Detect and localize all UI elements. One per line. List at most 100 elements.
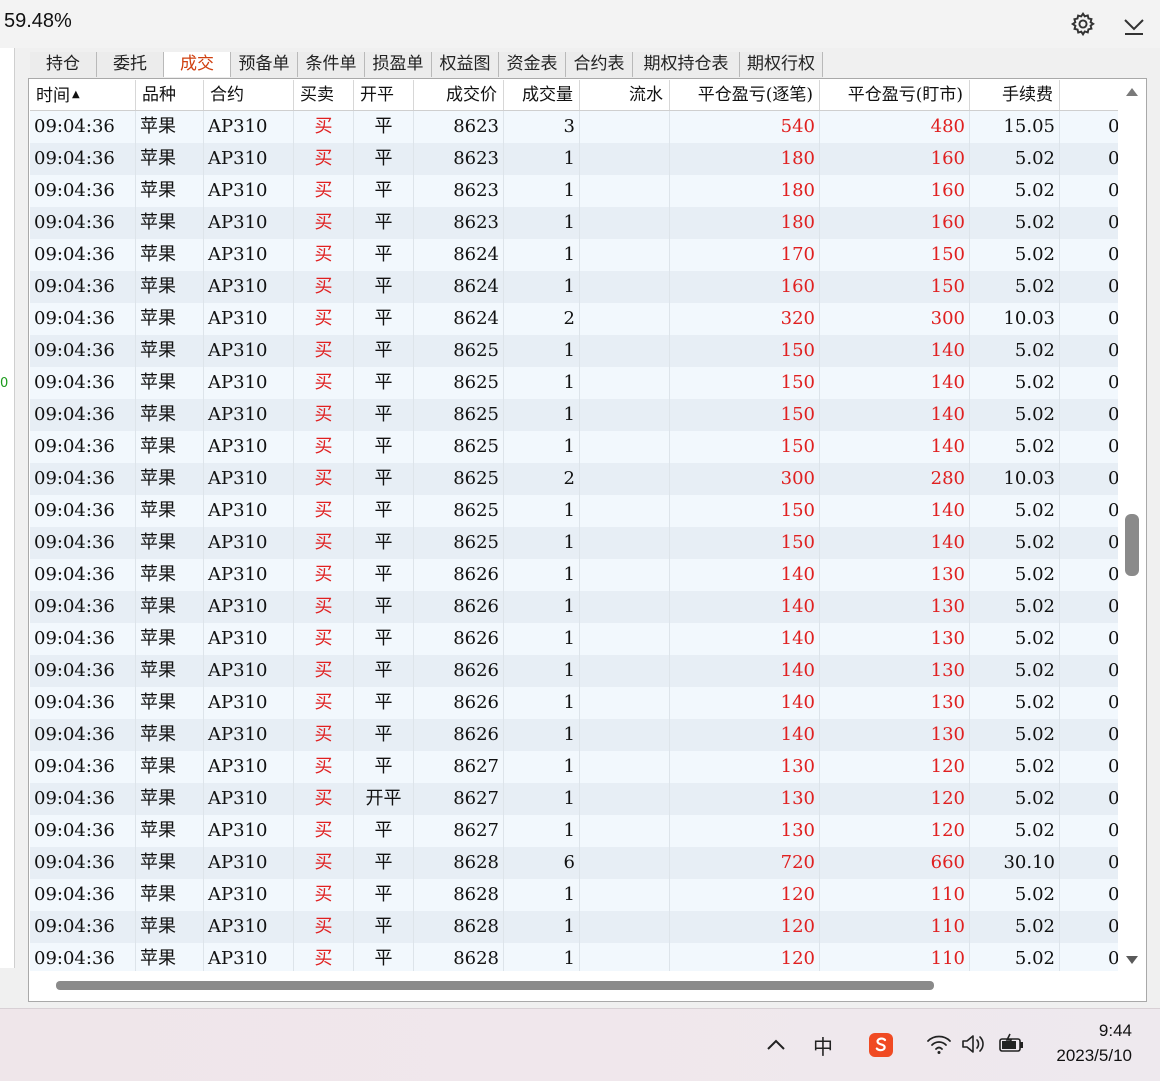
col-overflow: 0 bbox=[1108, 628, 1118, 649]
volume-icon[interactable] bbox=[960, 1033, 988, 1055]
wifi-icon[interactable] bbox=[926, 1033, 952, 1055]
ime-icon[interactable]: 中 bbox=[813, 1031, 833, 1060]
col-fee: 5.02 bbox=[970, 271, 1060, 303]
header-col-contract[interactable]: 合约 bbox=[204, 80, 294, 110]
table-row[interactable]: 09:04:36 苹果 AP310 买平 8625 1 150 140 5.02 0 bbox=[30, 335, 1118, 367]
col-side: 买 bbox=[294, 175, 354, 207]
vertical-scrollbar[interactable] bbox=[1120, 80, 1144, 972]
header-col-side[interactable]: 买卖 bbox=[294, 80, 354, 110]
table-row[interactable]: 09:04:36 苹果 AP310 买平 8625 2 300 280 10.03 0 bbox=[30, 463, 1118, 495]
col-price: 8626 bbox=[414, 623, 504, 655]
battery-icon[interactable] bbox=[998, 1032, 1026, 1056]
gear-icon[interactable] bbox=[1070, 11, 1096, 37]
table-row[interactable]: 09:04:36 苹果 AP310 买平 8624 1 170 150 5.02 0 bbox=[30, 239, 1118, 271]
table-row[interactable]: 09:04:36 苹果 AP310 买平 8624 2 320 300 10.03 0 bbox=[30, 303, 1118, 335]
col-pnl-mtm: 160 bbox=[820, 175, 970, 207]
table-row[interactable]: 09:04:36 苹果 AP310 买平 8627 1 130 120 5.02 0 bbox=[30, 751, 1118, 783]
table-row[interactable]: 09:04:36 苹果 AP310 买平 8628 1 120 110 5.02 0 bbox=[30, 911, 1118, 943]
table-row[interactable]: 09:04:36 苹果 AP310 买平 8626 1 140 130 5.02 0 bbox=[30, 719, 1118, 751]
table-row[interactable]: 09:04:36 苹果 AP310 买平 8623 1 180 160 5.02 0 bbox=[30, 207, 1118, 239]
table-row[interactable]: 09:04:36 苹果 AP310 买平 8625 1 150 140 5.02 0 bbox=[30, 527, 1118, 559]
tab-10[interactable]: 期权行权 bbox=[740, 52, 823, 77]
table-row[interactable]: 09:04:36 苹果 AP310 买平 8623 1 180 160 5.02 0 bbox=[30, 175, 1118, 207]
sogou-icon[interactable] bbox=[868, 1032, 894, 1058]
table-row[interactable]: 09:04:36 苹果 AP310 买平 8626 1 140 130 5.02 0 bbox=[30, 591, 1118, 623]
col-volume: 1 bbox=[504, 495, 580, 527]
col-side: 买 bbox=[294, 463, 354, 495]
col-pnl-trade: 140 bbox=[670, 591, 820, 623]
col-fee: 5.02 bbox=[970, 623, 1060, 655]
table-row[interactable]: 09:04:36 苹果 AP310 买开平 8627 1 130 120 5.02 0 bbox=[30, 783, 1118, 815]
col-overflow: 0 bbox=[1108, 404, 1118, 425]
horizontal-scroll-thumb[interactable] bbox=[56, 981, 934, 990]
col-time: 09:04:36 bbox=[30, 399, 136, 431]
col-fee: 10.03 bbox=[970, 303, 1060, 335]
table-row[interactable]: 09:04:36 苹果 AP310 买平 8626 1 140 130 5.02 0 bbox=[30, 559, 1118, 591]
col-price: 8628 bbox=[414, 879, 504, 911]
col-time: 09:04:36 bbox=[30, 655, 136, 687]
tab-3[interactable]: 预备单 bbox=[231, 52, 298, 77]
table-row[interactable]: 09:04:36 苹果 AP310 买平 8628 6 720 660 30.10 0 bbox=[30, 847, 1118, 879]
table-row[interactable]: 09:04:36 苹果 AP310 买平 8623 3 540 480 15.05 0 bbox=[30, 111, 1118, 143]
table-row[interactable]: 09:04:36 苹果 AP310 买平 8625 1 150 140 5.02 0 bbox=[30, 495, 1118, 527]
col-side: 买 bbox=[294, 591, 354, 623]
col-time: 09:04:36 bbox=[30, 847, 136, 879]
col-serial bbox=[580, 687, 670, 719]
header-col-volume[interactable]: 成交量 bbox=[504, 80, 580, 110]
header-col-fee[interactable]: 手续费 bbox=[970, 80, 1060, 110]
scroll-down-icon[interactable] bbox=[1126, 956, 1138, 964]
scroll-up-icon[interactable] bbox=[1126, 88, 1138, 96]
header-col-serial[interactable]: 流水 bbox=[580, 80, 670, 110]
vertical-scroll-thumb[interactable] bbox=[1125, 514, 1139, 576]
tab-2[interactable]: 成交 bbox=[164, 52, 231, 77]
table-row[interactable]: 09:04:36 苹果 AP310 买平 8626 1 140 130 5.02 0 bbox=[30, 623, 1118, 655]
header-col-product[interactable]: 品种 bbox=[136, 80, 204, 110]
table-row[interactable]: 09:04:36 苹果 AP310 买平 8628 1 120 110 5.02 0 bbox=[30, 943, 1118, 971]
col-pnl-mtm: 110 bbox=[820, 911, 970, 943]
table-row[interactable]: 09:04:36 苹果 AP310 买平 8627 1 130 120 5.02 0 bbox=[30, 815, 1118, 847]
table-row[interactable]: 09:04:36 苹果 AP310 买平 8623 1 180 160 5.02 0 bbox=[30, 143, 1118, 175]
tab-7[interactable]: 资金表 bbox=[499, 52, 566, 77]
table-body[interactable]: 09:04:36 苹果 AP310 买平 8623 3 540 480 15.05 0 09:04:… bbox=[30, 111, 1118, 971]
col-openclose: 平 bbox=[354, 527, 414, 559]
col-product: 苹果 bbox=[136, 463, 204, 495]
table-row[interactable]: 09:04:36 苹果 AP310 买平 8625 1 150 140 5.02 0 bbox=[30, 431, 1118, 463]
col-overflow: 0 bbox=[1108, 884, 1118, 905]
tab-6[interactable]: 权益图 bbox=[432, 52, 499, 77]
tab-4[interactable]: 条件单 bbox=[298, 52, 365, 77]
clock-date[interactable]: 2023/5/10 bbox=[1030, 1046, 1132, 1066]
horizontal-scrollbar[interactable] bbox=[30, 975, 1118, 999]
table-row[interactable]: 09:04:36 苹果 AP310 买平 8625 1 150 140 5.02 0 bbox=[30, 367, 1118, 399]
header-col-pnl-trade[interactable]: 平仓盈亏(逐笔) bbox=[670, 80, 820, 110]
table-row[interactable]: 09:04:36 苹果 AP310 买平 8626 1 140 130 5.02 0 bbox=[30, 655, 1118, 687]
tab-0[interactable]: 持仓 bbox=[30, 52, 97, 77]
table-row[interactable]: 09:04:36 苹果 AP310 买平 8625 1 150 140 5.02 0 bbox=[30, 399, 1118, 431]
col-product: 苹果 bbox=[136, 655, 204, 687]
header-col-openclose[interactable]: 开平 bbox=[354, 80, 414, 110]
tab-1[interactable]: 委托 bbox=[97, 52, 164, 77]
col-volume: 1 bbox=[504, 367, 580, 399]
table-row[interactable]: 09:04:36 苹果 AP310 买平 8628 1 120 110 5.02 0 bbox=[30, 879, 1118, 911]
table-row[interactable]: 09:04:36 苹果 AP310 买平 8626 1 140 130 5.02 0 bbox=[30, 687, 1118, 719]
table-row[interactable]: 09:04:36 苹果 AP310 买平 8624 1 160 150 5.02 0 bbox=[30, 271, 1118, 303]
col-serial bbox=[580, 911, 670, 943]
col-pnl-mtm: 140 bbox=[820, 495, 970, 527]
tab-5[interactable]: 损盈单 bbox=[365, 52, 432, 77]
chevron-up-icon[interactable] bbox=[766, 1036, 786, 1052]
header-col-price[interactable]: 成交价 bbox=[414, 80, 504, 110]
header-label: 成交量 bbox=[522, 85, 573, 105]
col-price: 8625 bbox=[414, 399, 504, 431]
col-openclose: 平 bbox=[354, 463, 414, 495]
col-serial bbox=[580, 591, 670, 623]
clock-time[interactable]: 9:44 bbox=[1040, 1021, 1132, 1041]
col-pnl-mtm: 130 bbox=[820, 623, 970, 655]
col-openclose: 平 bbox=[354, 367, 414, 399]
col-pnl-mtm: 300 bbox=[820, 303, 970, 335]
chevron-down-icon[interactable] bbox=[1122, 13, 1146, 37]
header-col-time[interactable]: 时间 ▲ bbox=[30, 80, 136, 110]
col-overflow: 0 bbox=[1108, 596, 1118, 617]
tab-9[interactable]: 期权持仓表 bbox=[633, 52, 740, 77]
tab-8[interactable]: 合约表 bbox=[566, 52, 633, 77]
col-volume: 1 bbox=[504, 687, 580, 719]
header-col-pnl-mtm[interactable]: 平仓盈亏(盯市) bbox=[820, 80, 970, 110]
